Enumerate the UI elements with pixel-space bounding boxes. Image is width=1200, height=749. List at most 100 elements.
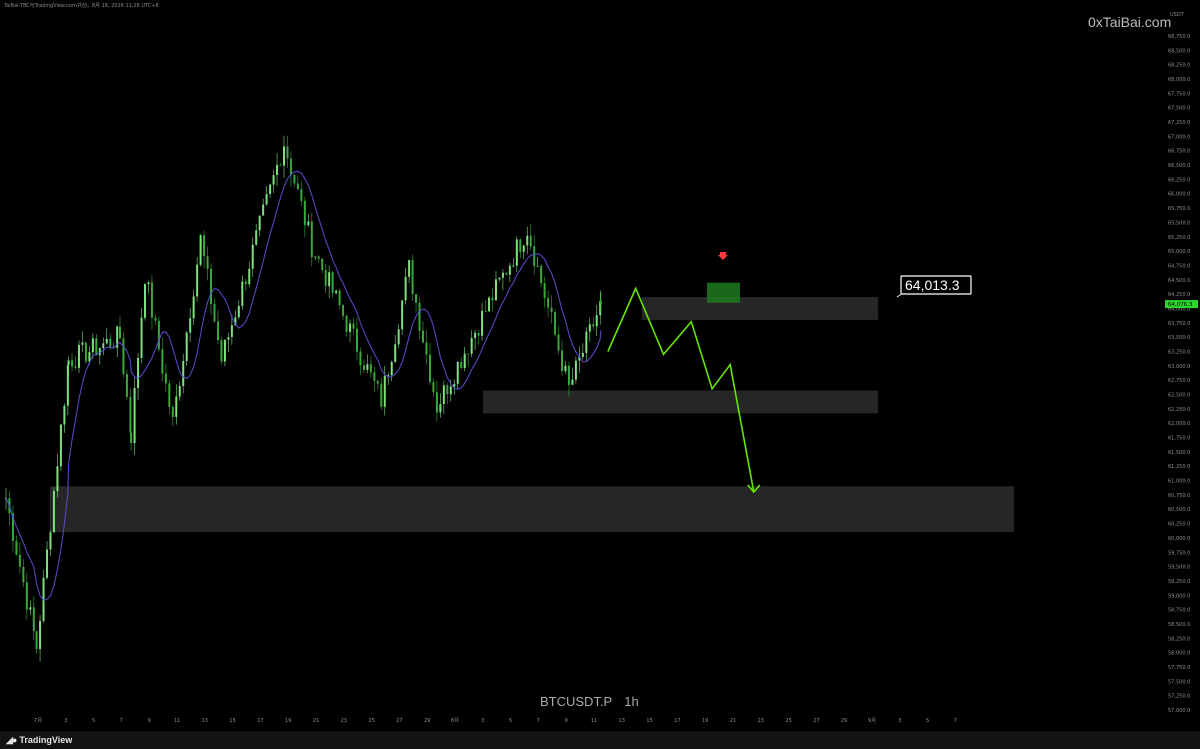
candle-body[interactable]	[63, 405, 66, 425]
candle-body[interactable]	[248, 268, 251, 285]
candle-body[interactable]	[571, 379, 574, 385]
candle-body[interactable]	[144, 284, 146, 318]
candle-body[interactable]	[418, 302, 421, 331]
candle-body[interactable]	[355, 328, 358, 352]
candle-body[interactable]	[182, 361, 185, 387]
candle-body[interactable]	[203, 235, 206, 257]
candle-body[interactable]	[230, 325, 233, 338]
candle-body[interactable]	[192, 296, 195, 319]
candle-body[interactable]	[81, 342, 84, 345]
candle-body[interactable]	[237, 305, 240, 318]
candle-body[interactable]	[125, 374, 128, 397]
candle-body[interactable]	[276, 165, 279, 176]
candle-body[interactable]	[196, 264, 199, 297]
candle-body[interactable]	[574, 360, 577, 380]
candle-body[interactable]	[272, 175, 275, 185]
candle-body[interactable]	[373, 372, 376, 381]
sell-signal-arrow-icon[interactable]	[718, 252, 728, 260]
candle-body[interactable]	[425, 342, 428, 355]
candle-body[interactable]	[206, 256, 209, 269]
candle-body[interactable]	[46, 549, 49, 578]
candle-body[interactable]	[328, 272, 331, 287]
candle-body[interactable]	[105, 338, 108, 344]
candle-body[interactable]	[122, 338, 125, 375]
candle-body[interactable]	[526, 235, 529, 246]
candle-body[interactable]	[296, 183, 299, 190]
candle-body[interactable]	[137, 357, 140, 388]
zone-mid-support[interactable]	[483, 390, 878, 414]
candle-body[interactable]	[338, 290, 341, 306]
candle-body[interactable]	[422, 330, 424, 343]
candle-body[interactable]	[269, 184, 272, 194]
candle-body[interactable]	[300, 189, 303, 201]
candle-body[interactable]	[349, 323, 352, 332]
candle-body[interactable]	[67, 360, 70, 365]
candle-body[interactable]	[376, 380, 379, 384]
candle-body[interactable]	[164, 373, 167, 384]
candle-body[interactable]	[435, 392, 438, 413]
candle-body[interactable]	[210, 268, 213, 305]
candle-body[interactable]	[331, 272, 334, 293]
candle-body[interactable]	[168, 383, 171, 407]
candle-body[interactable]	[310, 221, 313, 258]
candle-body[interactable]	[585, 331, 588, 353]
candle-body[interactable]	[255, 230, 258, 245]
candle-body[interactable]	[456, 361, 459, 384]
candle-body[interactable]	[178, 386, 181, 397]
candle-body[interactable]	[494, 279, 497, 301]
candle-body[interactable]	[102, 343, 105, 349]
candle-body[interactable]	[470, 338, 473, 354]
candle-body[interactable]	[512, 265, 515, 267]
price-chart[interactable]: 64,013.3 USDT 68,750.0 68,500.0 68,250.0 68,…	[0, 0, 1200, 749]
candle-body[interactable]	[286, 146, 289, 159]
candle-body[interactable]	[529, 235, 532, 247]
candle-body[interactable]	[446, 385, 449, 395]
candle-body[interactable]	[536, 265, 539, 267]
candle-body[interactable]	[501, 272, 504, 278]
candle-body[interactable]	[581, 352, 584, 357]
candle-body[interactable]	[564, 365, 567, 372]
candle-body[interactable]	[335, 290, 338, 293]
candle-body[interactable]	[460, 361, 463, 369]
candle-body[interactable]	[258, 215, 261, 231]
candle-body[interactable]	[498, 277, 501, 280]
candle-body[interactable]	[199, 235, 202, 265]
candle-body[interactable]	[213, 304, 216, 322]
candle-body[interactable]	[88, 352, 91, 362]
candle-body[interactable]	[383, 375, 386, 407]
candle-body[interactable]	[550, 307, 553, 313]
candle-body[interactable]	[185, 332, 188, 362]
candle-body[interactable]	[345, 315, 348, 332]
candle-body[interactable]	[404, 276, 407, 301]
candle-body[interactable]	[522, 245, 525, 252]
candle-body[interactable]	[595, 315, 598, 327]
zone-upper-resistance[interactable]	[642, 296, 878, 320]
candle-body[interactable]	[161, 349, 164, 374]
candle-body[interactable]	[56, 466, 59, 492]
candle-body[interactable]	[390, 361, 393, 376]
candle-body[interactable]	[561, 350, 563, 372]
candle-body[interactable]	[49, 532, 52, 550]
candle-body[interactable]	[98, 348, 101, 356]
candle-body[interactable]	[175, 396, 178, 417]
candle-body[interactable]	[307, 221, 310, 226]
candle-body[interactable]	[554, 312, 557, 335]
candle-body[interactable]	[394, 344, 397, 362]
candle-body[interactable]	[25, 582, 28, 610]
candle-body[interactable]	[533, 246, 536, 267]
candle-body[interactable]	[567, 365, 570, 385]
candle-body[interactable]	[324, 270, 327, 287]
candle-body[interactable]	[133, 387, 136, 444]
candle-body[interactable]	[366, 364, 369, 370]
candle-body[interactable]	[293, 174, 296, 184]
candle-body[interactable]	[401, 300, 404, 330]
candle-body[interactable]	[262, 204, 265, 216]
candle-body[interactable]	[95, 338, 98, 356]
candle-body[interactable]	[84, 342, 87, 362]
candle-body[interactable]	[35, 631, 38, 650]
candle-body[interactable]	[283, 146, 285, 166]
candle-body[interactable]	[321, 258, 324, 271]
candle-body[interactable]	[557, 334, 560, 351]
candle-body[interactable]	[59, 424, 62, 467]
candle-body[interactable]	[157, 320, 160, 350]
